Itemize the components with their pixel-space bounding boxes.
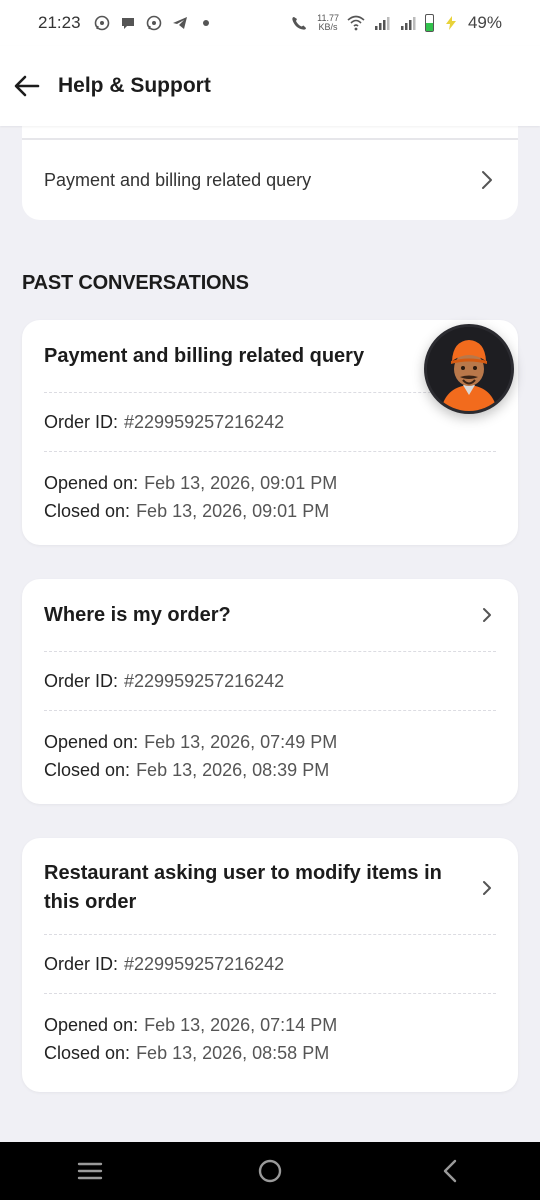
conversation-card[interactable]: Where is my order? Order ID: #2299592572…	[22, 579, 518, 804]
closed-on-row: Closed on: Feb 13, 2026, 08:58 PM	[44, 1042, 496, 1063]
order-id-value: #229959257216242	[124, 411, 285, 432]
conversation-title-line: this order	[44, 891, 137, 913]
home-button[interactable]	[240, 1142, 300, 1200]
order-id-label: Order ID:	[44, 411, 119, 432]
page-title: Help & Support	[58, 74, 211, 97]
recents-button[interactable]	[60, 1142, 120, 1200]
closed-on-row: Closed on: Feb 13, 2026, 09:01 PM	[44, 500, 496, 521]
closed-on-row: Closed on: Feb 13, 2026, 08:39 PM	[44, 759, 496, 780]
chevron-right-icon	[478, 606, 496, 624]
telegram-icon	[171, 14, 189, 32]
whatsapp-icon	[145, 14, 163, 32]
chevron-right-icon	[478, 879, 496, 897]
chat-icon	[119, 14, 137, 32]
arrow-left-icon	[14, 75, 40, 97]
chevron-right-icon	[478, 171, 496, 189]
volte-call-icon	[291, 14, 309, 32]
opened-on-value: Feb 13, 2026, 07:49 PM	[144, 731, 338, 752]
conversation-title-row: Restaurant asking user to modify items i…	[44, 838, 496, 934]
help-topic-card: Payment and billing related query	[22, 126, 518, 220]
app-header: Help & Support	[0, 46, 540, 126]
closed-on-label: Closed on:	[44, 759, 131, 780]
back-nav-button[interactable]	[420, 1142, 480, 1200]
order-id-row: Order ID: #229959257216242	[44, 935, 496, 993]
system-nav-bar	[0, 1142, 540, 1200]
net-speed: 11.77 KB/s	[317, 14, 339, 32]
status-right: 11.77 KB/s 49%	[291, 13, 502, 33]
back-button[interactable]	[12, 71, 42, 101]
status-left: 21:23	[38, 13, 215, 33]
order-id-row: Order ID: #229959257216242	[44, 393, 496, 451]
order-id-row: Order ID: #229959257216242	[44, 652, 496, 710]
conversation-title-row: Where is my order?	[44, 579, 496, 651]
opened-on-label: Opened on:	[44, 1014, 139, 1035]
order-id-label: Order ID:	[44, 953, 119, 974]
divider	[22, 138, 518, 140]
charging-icon	[442, 14, 460, 32]
net-speed-unit: KB/s	[318, 22, 338, 32]
help-topic-label: Payment and billing related query	[44, 169, 312, 190]
support-agent-avatar[interactable]	[424, 324, 514, 414]
battery-fill	[425, 23, 433, 31]
closed-on-value: Feb 13, 2026, 08:58 PM	[136, 1042, 330, 1063]
closed-on-label: Closed on:	[44, 1042, 131, 1063]
order-id-label: Order ID:	[44, 670, 119, 691]
signal-icon	[399, 14, 417, 32]
signal-icon	[373, 14, 391, 32]
whatsapp-icon	[93, 14, 111, 32]
conversation-card[interactable]: Restaurant asking user to modify items i…	[22, 838, 518, 1092]
section-title: PAST CONVERSATIONS	[22, 272, 249, 294]
agent-avatar-icon	[427, 327, 511, 411]
menu-icon	[77, 1162, 103, 1180]
opened-on-value: Feb 13, 2026, 09:01 PM	[144, 472, 338, 493]
closed-on-label: Closed on:	[44, 500, 131, 521]
opened-on-label: Opened on:	[44, 472, 139, 493]
dot-icon	[197, 14, 215, 32]
conversation-title: Restaurant asking user to modify items i…	[44, 859, 442, 917]
help-topic-item[interactable]: Payment and billing related query	[44, 144, 496, 216]
order-id-value: #229959257216242	[124, 953, 285, 974]
opened-on-label: Opened on:	[44, 731, 139, 752]
home-circle-icon	[258, 1159, 282, 1183]
battery-percent: 49%	[467, 13, 502, 32]
chevron-left-icon	[443, 1159, 457, 1183]
wifi-icon	[347, 14, 365, 32]
conversation-title: Where is my order?	[44, 603, 231, 626]
battery-icon	[424, 14, 434, 32]
closed-on-value: Feb 13, 2026, 09:01 PM	[136, 500, 330, 521]
order-id-value: #229959257216242	[124, 670, 285, 691]
status-bar: 21:23 11.77 KB/s 49%	[0, 0, 540, 46]
status-time: 21:23	[38, 13, 81, 32]
conversation-card[interactable]: Payment and billing related query Order …	[22, 320, 518, 545]
content-area[interactable]: Payment and billing related query PAST C…	[0, 126, 540, 1142]
closed-on-value: Feb 13, 2026, 08:39 PM	[136, 759, 330, 780]
conversation-title: Payment and billing related query	[44, 344, 365, 367]
conversation-title-line: Restaurant asking user to modify items i…	[44, 862, 442, 884]
opened-on-value: Feb 13, 2026, 07:14 PM	[144, 1014, 338, 1035]
